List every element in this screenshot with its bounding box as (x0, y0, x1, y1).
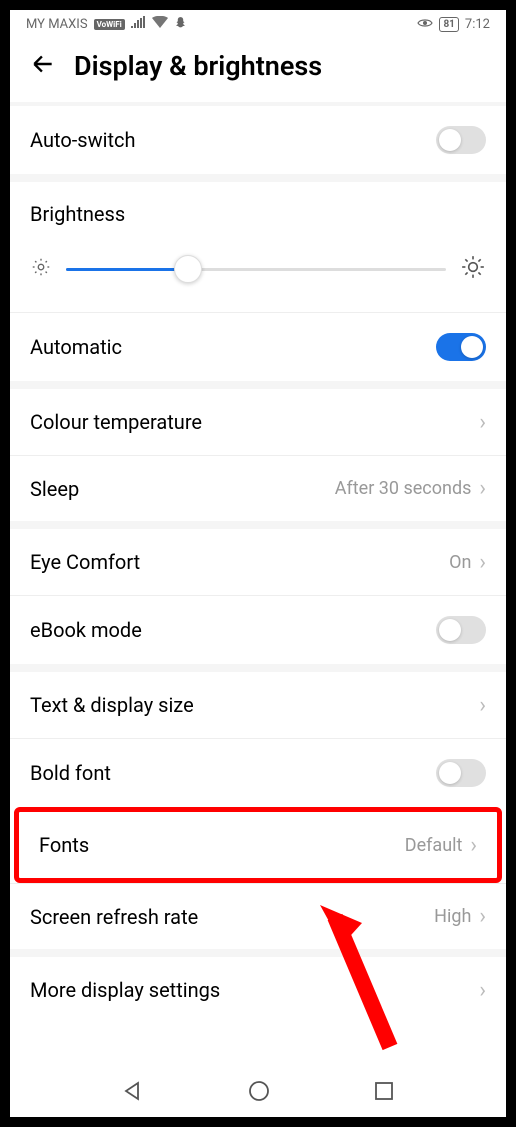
eye-comfort-value: On (449, 552, 471, 573)
chevron-right-icon: › (470, 833, 477, 858)
page-title: Display & brightness (74, 50, 322, 82)
brightness-label: Brightness (30, 202, 486, 226)
sleep-value: After 30 seconds (335, 478, 472, 499)
fonts-label: Fonts (39, 833, 89, 857)
chevron-right-icon: › (479, 978, 486, 1003)
screen-refresh-rate-row[interactable]: Screen refresh rate High › (10, 883, 506, 949)
ebook-mode-label: eBook mode (30, 618, 142, 642)
eye-comfort-row[interactable]: Eye Comfort On › (10, 529, 506, 595)
screen-refresh-rate-label: Screen refresh rate (30, 905, 198, 929)
bold-font-toggle[interactable] (436, 759, 486, 787)
fonts-row[interactable]: Fonts Default › (19, 812, 497, 878)
chevron-right-icon: › (479, 550, 486, 575)
brightness-slider[interactable] (66, 268, 446, 271)
auto-switch-label: Auto-switch (30, 128, 136, 152)
wifi-icon (152, 16, 168, 32)
automatic-row[interactable]: Automatic (10, 312, 506, 381)
ebook-mode-row[interactable]: eBook mode (10, 595, 506, 664)
sleep-row[interactable]: Sleep After 30 seconds › (10, 455, 506, 521)
nav-back-button[interactable] (123, 1081, 143, 1105)
header: Display & brightness (10, 38, 506, 102)
colour-temperature-row[interactable]: Colour temperature › (10, 389, 506, 455)
colour-temperature-label: Colour temperature (30, 410, 202, 434)
brightness-section: Brightness (10, 174, 506, 312)
automatic-toggle[interactable] (436, 333, 486, 361)
auto-switch-row[interactable]: Auto-switch (10, 106, 506, 174)
snapchat-icon (174, 16, 187, 33)
chevron-right-icon: › (479, 904, 486, 929)
sleep-label: Sleep (30, 477, 79, 501)
more-display-settings-label: More display settings (30, 978, 220, 1002)
annotation-highlight: Fonts Default › (14, 807, 502, 883)
nav-home-button[interactable] (248, 1080, 270, 1106)
text-display-size-row[interactable]: Text & display size › (10, 672, 506, 738)
bold-font-label: Bold font (30, 761, 111, 785)
brightness-low-icon (30, 256, 52, 282)
text-display-size-label: Text & display size (30, 693, 194, 717)
more-display-settings-row[interactable]: More display settings › (10, 957, 506, 1023)
chevron-right-icon: › (479, 476, 486, 501)
carrier-label: MY MAXIS (26, 17, 88, 32)
status-bar: MY MAXIS VoWiFi 81 7:12 (10, 10, 506, 38)
brightness-high-icon (460, 254, 486, 284)
fonts-value: Default (405, 835, 463, 856)
screen-refresh-rate-value: High (434, 906, 471, 927)
chevron-right-icon: › (479, 410, 486, 435)
battery-icon: 81 (439, 17, 458, 32)
eye-comfort-label: Eye Comfort (30, 550, 140, 574)
signal-icon (131, 16, 146, 32)
eye-icon (417, 17, 433, 32)
auto-switch-toggle[interactable] (436, 126, 486, 154)
nav-recent-button[interactable] (375, 1082, 393, 1104)
chevron-right-icon: › (479, 693, 486, 718)
ebook-mode-toggle[interactable] (436, 616, 486, 644)
navigation-bar (10, 1069, 506, 1117)
back-button[interactable] (30, 51, 56, 82)
time-label: 7:12 (465, 17, 490, 32)
bold-font-row[interactable]: Bold font (10, 738, 506, 807)
vowifi-badge: VoWiFi (94, 19, 125, 30)
automatic-label: Automatic (30, 335, 122, 359)
